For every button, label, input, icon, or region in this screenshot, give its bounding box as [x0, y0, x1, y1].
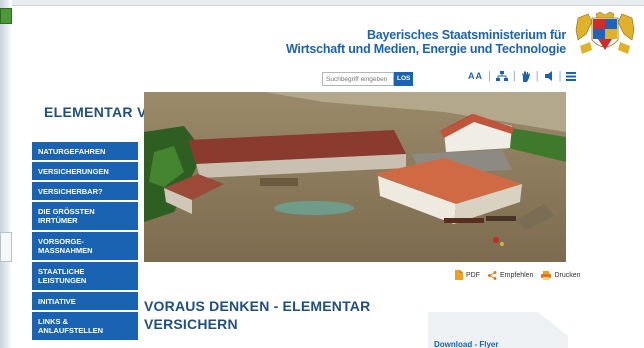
share-icon [488, 270, 497, 280]
desktop-tab-icon[interactable] [0, 8, 12, 24]
print-action[interactable]: Drucken [541, 270, 581, 280]
print-label: Drucken [554, 271, 581, 279]
toolbar-divider: | [535, 70, 539, 82]
font-size-toggle[interactable]: AA [468, 71, 483, 81]
article-headline: VORAUS DENKEN - ELEMENTAR VERSICHERN [144, 298, 371, 332]
hero-flood-image [144, 92, 566, 262]
download-flyer-box[interactable]: Download - Flyer [428, 312, 568, 348]
coat-of-arms-icon[interactable] [574, 12, 636, 56]
speaker-icon[interactable] [544, 71, 554, 81]
toolbar-divider: | [512, 70, 516, 82]
desktop-scroll-handle[interactable] [0, 232, 12, 262]
nav-item-versicherungen[interactable]: VERSICHERUNGEN [32, 162, 138, 180]
nav-item-irrtuemer[interactable]: DIE GRÖSSTEN IRRTÜMER [32, 202, 138, 230]
search-input[interactable] [322, 72, 394, 86]
nav-item-versicherbar[interactable]: VERSICHERBAR? [32, 182, 138, 200]
ministry-name-line-2: Wirtschaft und Medien, Energie und Techn… [285, 42, 566, 56]
nav-item-links-anlaufstellen[interactable]: LINKS & ANLAUFSTELLEN [32, 312, 138, 340]
main-navigation: NATURGEFAHREN VERSICHERUNGEN VERSICHERBA… [32, 142, 138, 342]
nav-item-naturgefahren[interactable]: NATURGEFAHREN [32, 142, 138, 160]
nav-item-initiative[interactable]: INITIATIVE [32, 292, 138, 310]
sitemap-icon[interactable] [495, 71, 508, 81]
article-actions: PDF Empfehlen Drucken [455, 270, 581, 280]
toolbar-divider: | [488, 70, 491, 82]
browser-top-bar [0, 0, 644, 6]
nav-item-staatliche-leistungen[interactable]: STAATLICHE LEISTUNGEN [32, 262, 138, 290]
download-flyer-link[interactable]: Download - Flyer [434, 340, 498, 348]
pdf-label: PDF [466, 271, 480, 279]
nav-item-vorsorge[interactable]: VORSORGE-MAßNAHMEN [32, 232, 138, 260]
sign-language-icon[interactable] [521, 70, 531, 82]
share-label: Empfehlen [500, 271, 534, 279]
toolbar-divider: | [558, 70, 562, 82]
menu-icon[interactable] [566, 71, 577, 81]
pdf-icon [455, 270, 463, 280]
window-left-edge [0, 0, 12, 348]
site-search: LOS [322, 72, 414, 86]
search-submit-button[interactable]: LOS [394, 72, 414, 86]
print-icon [541, 270, 552, 280]
pdf-action[interactable]: PDF [455, 270, 480, 280]
accessibility-toolbar: AA | | | | [468, 70, 577, 82]
share-action[interactable]: Empfehlen [488, 270, 534, 280]
ministry-name[interactable]: Bayerisches Staatsministerium für Wirtsc… [286, 28, 566, 56]
ministry-name-line-1: Bayerisches Staatsministerium für [366, 28, 566, 42]
box-corner-decoration [538, 312, 568, 336]
